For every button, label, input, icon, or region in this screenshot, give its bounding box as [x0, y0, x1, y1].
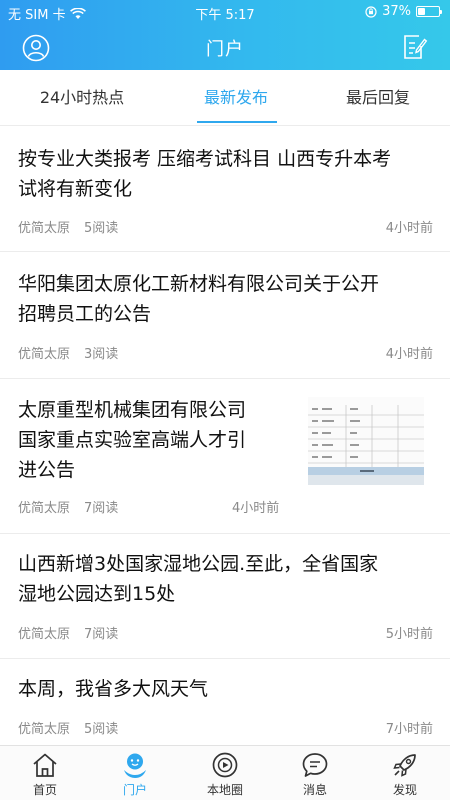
tabbar-label: 本地圈 [206, 783, 243, 797]
article-reads: 5阅读 [84, 221, 119, 236]
document-thumbnail-image [308, 397, 424, 485]
article-source: 优简太原 [18, 221, 71, 236]
status-bar: 无 SIM 卡 下午 5:17 37% [0, 0, 450, 24]
article-meta: 优简太原 7阅读 [18, 623, 118, 642]
article-title: 本周，我省多大风天气 [18, 678, 209, 700]
nav-bar: 门户 [0, 24, 450, 70]
article-title: 华阳集团太原化工新材料有限公司关于公开 招聘员工的公告 [18, 273, 380, 325]
article-time: 7小时前 [385, 722, 433, 737]
article-item[interactable]: 本周，我省多大风天气 优简太原 5阅读 7小时前 [0, 659, 450, 745]
article-title: 按专业大类报考 压缩考试科目 山西专升本考 试将有新变化 [18, 148, 392, 200]
article-reads: 3阅读 [84, 347, 119, 362]
article-item[interactable]: 山西新增3处国家湿地公园.至此，全省国家 湿地公园达到15处 优简太原 7阅读 … [0, 534, 450, 659]
tabbar-label: 消息 [302, 783, 327, 797]
tabbar-label: 发现 [392, 783, 417, 797]
article-meta: 优简太原 5阅读 [18, 217, 118, 236]
portal-icon [124, 753, 146, 778]
article-meta: 优简太原 3阅读 [18, 343, 118, 362]
compose-icon[interactable] [400, 33, 428, 61]
tab-bar: 24小时热点 最新发布 最后回复 [0, 70, 450, 126]
battery-icon [416, 6, 442, 17]
article-reads: 7阅读 [84, 627, 119, 642]
article-time: 4小时前 [385, 221, 433, 236]
battery-percent: 37% [382, 4, 411, 19]
status-right: 37% [365, 4, 442, 19]
tabbar-item-local-circle[interactable]: 本地圈 [180, 746, 270, 800]
article-title: 太原重型机械集团有限公司 国家重点实验室高端人才引 进公告 [18, 399, 247, 481]
tabbar-item-discover[interactable]: 发现 [360, 746, 450, 800]
header: 无 SIM 卡 下午 5:17 37% 门户 [0, 0, 450, 70]
article-time: 5小时前 [385, 627, 433, 642]
article-source: 优简太原 [18, 722, 71, 737]
bottom-tab-bar: 首页 门户 本地圈 消息 发现 [0, 745, 450, 800]
tabbar-item-portal[interactable]: 门户 [90, 746, 180, 800]
rocket-icon [393, 754, 416, 777]
tabbar-label: 门户 [122, 783, 147, 797]
article-title: 山西新增3处国家湿地公园.至此，全省国家 湿地公园达到15处 [18, 553, 379, 605]
tabbar-item-messages[interactable]: 消息 [270, 746, 360, 800]
article-source: 优简太原 [18, 627, 71, 642]
tabbar-label: 首页 [32, 783, 57, 797]
article-source: 优简太原 [18, 501, 71, 516]
article-time: 4小时前 [232, 501, 280, 516]
article-reads: 7阅读 [84, 501, 119, 516]
tabbar-item-home[interactable]: 首页 [0, 746, 90, 800]
active-tab-indicator [197, 121, 277, 123]
local-circle-icon [212, 752, 238, 778]
article-time: 4小时前 [385, 347, 433, 362]
article-item[interactable]: 太原重型机械集团有限公司 国家重点实验室高端人才引 进公告 优简太原 7阅读 4… [0, 379, 450, 534]
orientation-lock-icon [365, 5, 377, 18]
page-title: 门户 [206, 39, 244, 60]
tab-last-reply[interactable]: 最后回复 [303, 70, 450, 126]
article-meta: 优简太原 7阅读 [18, 497, 118, 516]
home-icon [33, 753, 57, 777]
tab-latest[interactable]: 最新发布 [161, 70, 311, 126]
message-icon [302, 753, 328, 777]
tab-24h-hot[interactable]: 24小时热点 [7, 70, 157, 126]
article-feed[interactable]: 按专业大类报考 压缩考试科目 山西专升本考 试将有新变化 优简太原 5阅读 4小… [0, 127, 450, 745]
article-item[interactable]: 按专业大类报考 压缩考试科目 山西专升本考 试将有新变化 优简太原 5阅读 4小… [0, 127, 450, 252]
article-item[interactable]: 华阳集团太原化工新材料有限公司关于公开 招聘员工的公告 优简太原 3阅读 4小时… [0, 252, 450, 379]
article-thumbnail[interactable] [308, 397, 424, 485]
article-source: 优简太原 [18, 347, 71, 362]
article-meta: 优简太原 5阅读 [18, 718, 118, 737]
article-reads: 5阅读 [84, 722, 119, 737]
